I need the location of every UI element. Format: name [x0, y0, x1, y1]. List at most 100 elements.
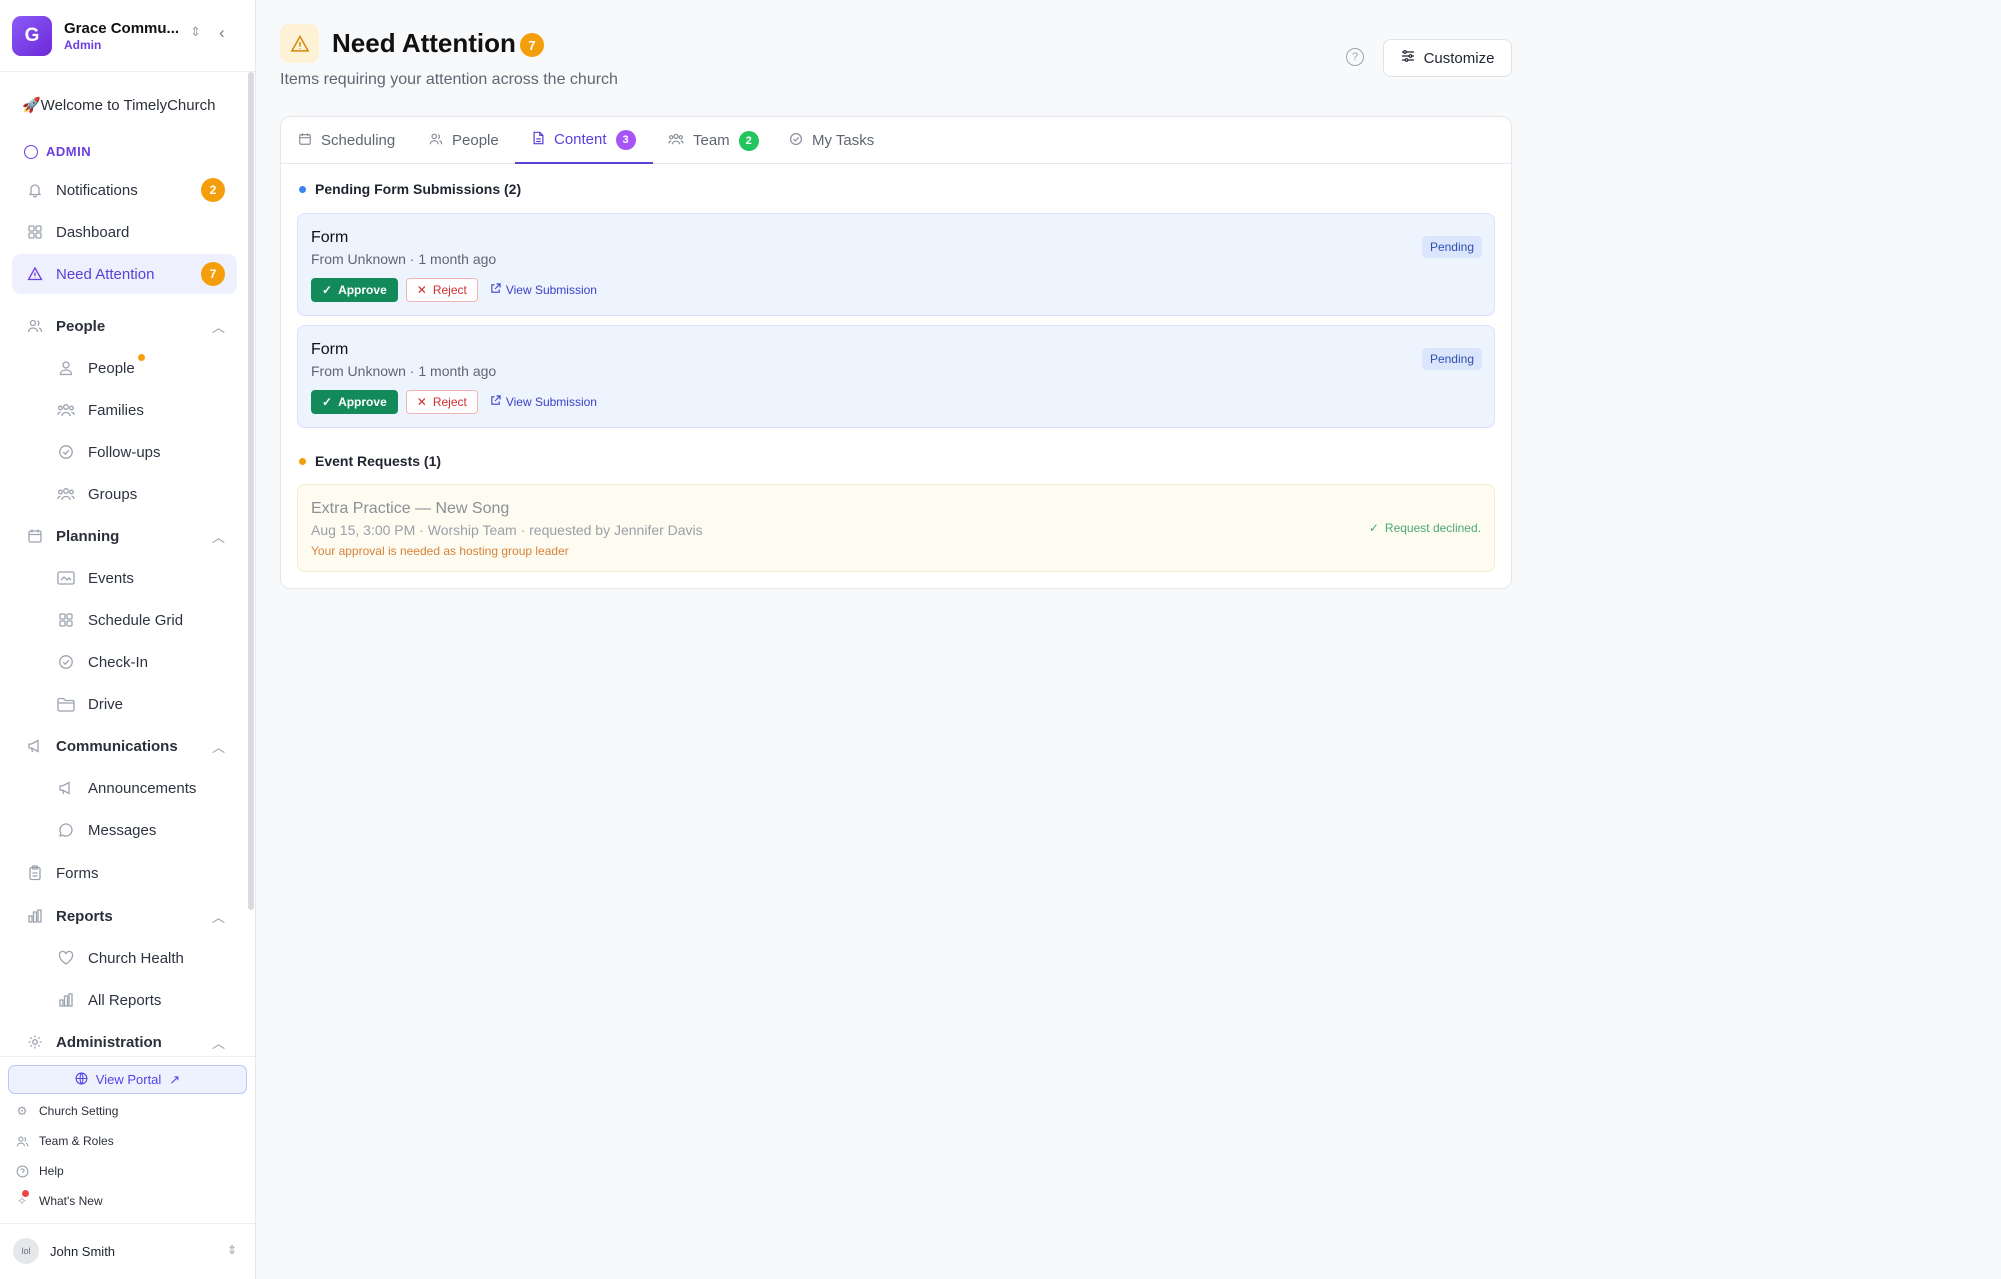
- view-submission-label: View Submission: [505, 283, 597, 297]
- org-name: Grace Commu...: [64, 20, 180, 37]
- submission-meta: From Unknown · 1 month ago: [311, 363, 497, 379]
- form-submission-card: Form From Unknown · 1 month ago Pending …: [297, 213, 1495, 316]
- sidebar-item-groups[interactable]: Groups: [12, 474, 237, 514]
- pending-forms-heading: Pending Form Submissions (2): [299, 181, 521, 197]
- events-icon: [57, 569, 75, 587]
- tab-label: Scheduling: [321, 132, 396, 149]
- family-icon: [57, 401, 75, 419]
- sidebar-item-events[interactable]: Events: [12, 558, 237, 598]
- approve-label: Approve: [338, 395, 387, 409]
- grid-icon: [26, 223, 44, 241]
- sidebar-item-label: Need Attention: [56, 265, 155, 283]
- calendar-icon: [26, 527, 44, 545]
- sidebar-item-welcome[interactable]: 🚀Welcome to TimelyChurch: [22, 96, 215, 114]
- section-admin-label: ADMIN: [46, 144, 92, 159]
- check-circle-icon: [24, 144, 38, 159]
- tab-team[interactable]: Team 2: [668, 117, 759, 164]
- sidebar-item-families[interactable]: Families: [12, 390, 237, 430]
- new-indicator-dot: [138, 354, 145, 361]
- sidebar-group-planning[interactable]: Planning ︿: [12, 516, 237, 556]
- sidebar-item-label: Church Health: [88, 949, 184, 967]
- church-setting-label: Church Setting: [39, 1104, 119, 1118]
- event-status: ✓ Request declined.: [1369, 521, 1481, 535]
- org-avatar: G: [12, 16, 52, 56]
- sidebar-item-notifications[interactable]: Notifications 2: [12, 170, 237, 210]
- tab-count-badge: 3: [615, 129, 636, 150]
- team-roles-link[interactable]: Team & Roles: [15, 1134, 114, 1148]
- approve-button[interactable]: ✓ Approve: [311, 278, 398, 302]
- whats-new-link[interactable]: ✧ What's New: [15, 1190, 103, 1208]
- sidebar-nav: 🚀Welcome to TimelyChurch ADMIN Notificat…: [0, 72, 256, 1056]
- view-portal-button[interactable]: View Portal ↗: [8, 1065, 247, 1094]
- sidebar-item-followups[interactable]: Follow-ups: [12, 432, 237, 472]
- reject-button[interactable]: ✕ Reject: [405, 390, 478, 414]
- sidebar-item-schedule-grid[interactable]: Schedule Grid: [12, 600, 237, 640]
- user-menu[interactable]: lol John Smith ⇕: [0, 1223, 255, 1279]
- orange-dot: [299, 457, 306, 465]
- submission-title: Form: [311, 229, 349, 246]
- sidebar-group-people[interactable]: People ︿: [12, 306, 237, 346]
- reject-button[interactable]: ✕ Reject: [405, 278, 478, 302]
- sidebar-group-administration[interactable]: Administration ︿: [12, 1022, 237, 1056]
- sidebar-item-label: Schedule Grid: [88, 611, 184, 629]
- sidebar-group-communications[interactable]: Communications ︿: [12, 726, 237, 766]
- event-status-label: Request declined.: [1384, 521, 1481, 535]
- church-setting-link[interactable]: ⚙ Church Setting: [15, 1104, 119, 1118]
- sidebar-scrollbar[interactable]: [248, 72, 254, 910]
- sidebar-item-forms[interactable]: Forms: [12, 853, 237, 893]
- tab-content[interactable]: Content 3: [515, 117, 653, 164]
- check-icon: ✓: [1368, 521, 1379, 535]
- view-submission-link[interactable]: View Submission: [486, 390, 601, 414]
- sidebar-item-drive[interactable]: Drive: [12, 684, 237, 724]
- tab-bar: Scheduling People Content 3 Team 2 My Ta…: [281, 117, 1511, 164]
- external-link-icon: [490, 395, 501, 409]
- chevrons-updown-icon[interactable]: ⇕: [190, 24, 201, 40]
- sidebar-group-label: People: [56, 317, 106, 335]
- approve-button[interactable]: ✓ Approve: [311, 390, 398, 414]
- chevron-up-icon[interactable]: ︿: [212, 1033, 225, 1052]
- avatar: lol: [13, 1238, 39, 1264]
- sidebar-group-reports[interactable]: Reports ︿: [12, 896, 237, 936]
- org-switcher[interactable]: G Grace Commu... Admin ⇕ ‹: [0, 0, 255, 72]
- submission-meta: From Unknown · 1 month ago: [311, 251, 497, 267]
- customize-button[interactable]: Customize: [1383, 39, 1512, 77]
- tab-people[interactable]: People: [429, 117, 499, 164]
- x-icon: ✕: [416, 395, 427, 409]
- sidebar-item-messages[interactable]: Messages: [12, 810, 237, 850]
- chevron-up-icon[interactable]: ︿: [212, 907, 225, 926]
- globe-icon: [75, 1072, 88, 1088]
- help-link[interactable]: Help: [15, 1164, 64, 1178]
- message-circle-icon: [57, 821, 75, 839]
- sparkles-icon: ✧: [15, 1190, 29, 1208]
- sidebar-item-dashboard[interactable]: Dashboard: [12, 212, 237, 252]
- help-icon[interactable]: ?: [1346, 48, 1364, 66]
- attention-card: Scheduling People Content 3 Team 2 My Ta…: [280, 116, 1512, 589]
- external-arrow-icon: ↗: [169, 1071, 181, 1087]
- chevron-up-icon[interactable]: ︿: [212, 317, 225, 336]
- chevron-up-icon[interactable]: ︿: [212, 527, 225, 546]
- collapse-sidebar-icon[interactable]: ‹: [219, 23, 225, 43]
- approve-label: Approve: [338, 283, 387, 297]
- status-badge: Pending: [1421, 348, 1482, 370]
- sidebar-item-church-health[interactable]: Church Health: [12, 938, 237, 978]
- bar-chart-icon: [57, 991, 75, 1009]
- sidebar-item-checkin[interactable]: Check-In: [12, 642, 237, 682]
- warning-icon: [26, 265, 44, 283]
- sidebar-item-people[interactable]: People: [12, 348, 237, 388]
- section-admin: ADMIN: [24, 144, 91, 159]
- view-submission-link[interactable]: View Submission: [486, 278, 601, 302]
- chevron-up-icon[interactable]: ︿: [212, 737, 225, 756]
- chevrons-updown-icon[interactable]: ⇕: [227, 1243, 237, 1257]
- sidebar-item-all-reports[interactable]: All Reports: [12, 980, 237, 1020]
- tab-my-tasks[interactable]: My Tasks: [789, 117, 874, 164]
- sidebar-item-announcements[interactable]: Announcements: [12, 768, 237, 808]
- tab-count-badge: 2: [738, 130, 759, 151]
- external-link-icon: [490, 283, 501, 297]
- sidebar-item-need-attention[interactable]: Need Attention 7: [12, 254, 237, 294]
- user-name: John Smith: [50, 1244, 116, 1259]
- tab-scheduling[interactable]: Scheduling: [298, 117, 395, 164]
- form-submission-card: Form From Unknown · 1 month ago Pending …: [297, 325, 1495, 428]
- view-submission-label: View Submission: [505, 395, 597, 409]
- help-circle-icon: [15, 1164, 29, 1178]
- sidebar-group-label: Communications: [56, 737, 178, 755]
